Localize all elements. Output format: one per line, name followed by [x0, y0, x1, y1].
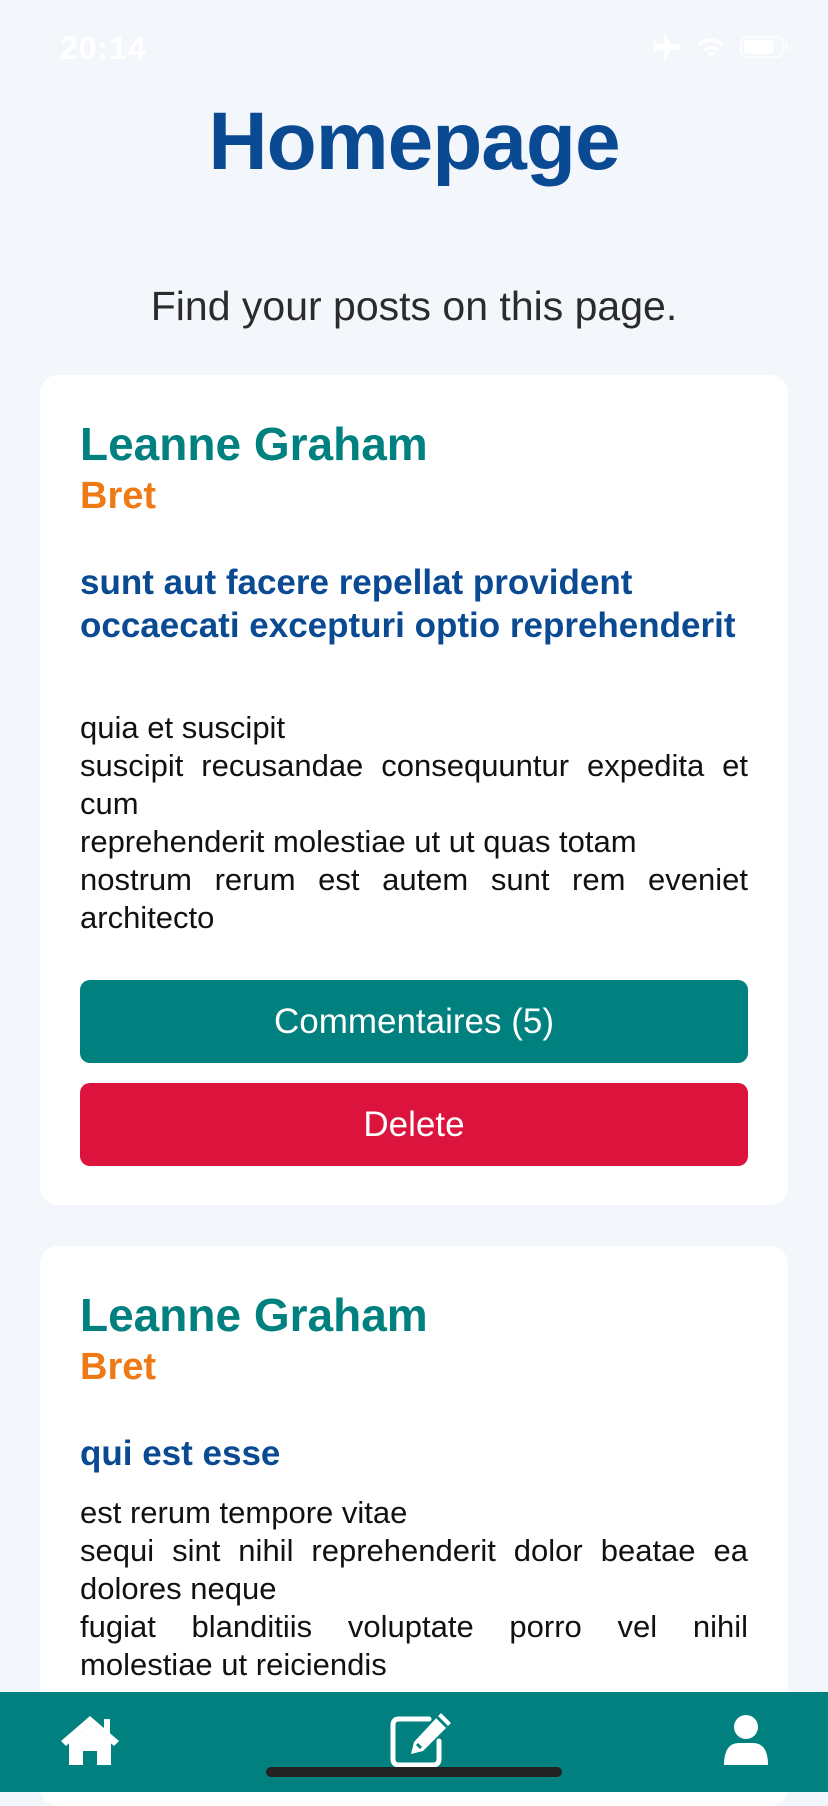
user-icon — [723, 1713, 769, 1772]
status-time: 20:14 — [60, 30, 147, 66]
status-bar: 20:14 — [0, 0, 828, 100]
tab-profile[interactable] — [711, 1712, 781, 1772]
post-title: sunt aut facere repellat provident occae… — [80, 563, 736, 645]
author-username: Bret — [80, 475, 157, 517]
author-name: Leanne Graham — [80, 418, 428, 470]
post-body: est rerum tempore vitae sequi sint nihil… — [80, 1495, 748, 1682]
post-card: Leanne Graham Bret sunt aut facere repel… — [40, 375, 788, 1205]
edit-icon — [389, 1711, 457, 1774]
post-body: quia et suscipit suscipit recusandae con… — [80, 710, 748, 935]
home-indicator[interactable] — [266, 1767, 562, 1777]
battery-icon — [740, 35, 790, 59]
page-subtitle: Find your posts on this page. — [150, 283, 678, 329]
post-title: qui est esse — [80, 1434, 281, 1473]
tab-home[interactable] — [55, 1712, 125, 1772]
author-name: Leanne Graham — [80, 1289, 428, 1341]
tab-create-post[interactable] — [388, 1712, 458, 1772]
wifi-icon — [696, 35, 726, 59]
page-title: Homepage — [208, 96, 620, 187]
status-icons — [650, 34, 790, 60]
author-username: Bret — [80, 1346, 157, 1388]
home-icon — [59, 1713, 121, 1772]
tab-bar — [0, 1692, 828, 1792]
comments-button[interactable]: Commentaires (5) — [80, 980, 748, 1063]
airplane-icon — [650, 34, 682, 60]
delete-button[interactable]: Delete — [80, 1083, 748, 1166]
